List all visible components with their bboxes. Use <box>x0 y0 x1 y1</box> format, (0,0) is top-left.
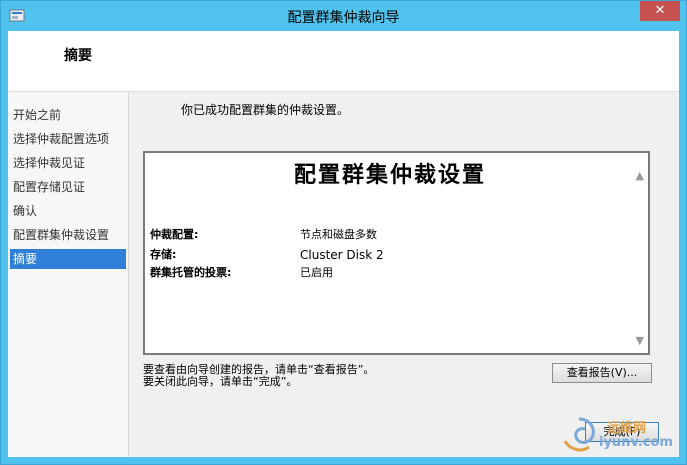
window-title: 配置群集仲裁向导 <box>287 10 400 26</box>
wizard-window: 配置群集仲裁向导 ✕ 摘要 开始之前 选择仲裁配置选项 选择仲裁见证 配置存储见… <box>0 0 687 465</box>
report-row-value: 已启用 <box>300 266 333 279</box>
summary-content: 你已成功配置群集的仲裁设置。 配置群集仲裁设置 ▲ 仲裁配置: 节点和磁盘多数 … <box>129 92 679 457</box>
watermark-swirl-icon <box>563 417 595 452</box>
report-heading: 配置群集仲裁设置 <box>293 162 486 188</box>
title-bar[interactable]: 配置群集仲裁向导 ✕ <box>1 1 686 31</box>
watermark-text: 运维网 <box>607 421 647 436</box>
scroll-down-icon[interactable]: ▼ <box>636 334 644 347</box>
watermark-url: iyunv.com <box>599 435 673 450</box>
watermark-logo: 运维网 iyunv.com <box>559 415 673 455</box>
report-row-value: Cluster Disk 2 <box>300 248 384 262</box>
nav-item-summary[interactable]: 摘要 <box>10 249 126 269</box>
report-row-key: 存储: <box>150 248 177 261</box>
instructions-text: 要查看由向导创建的报告，请单击“查看报告”。 要关闭此向导，请单击“完成”。 <box>143 364 374 388</box>
report-row-value: 节点和磁盘多数 <box>300 228 377 241</box>
nav-item-confirmation[interactable]: 确认 <box>10 201 126 221</box>
page-title: 摘要 <box>64 48 92 64</box>
close-button[interactable]: ✕ <box>640 1 680 21</box>
nav-item-select-quorum-witness[interactable]: 选择仲裁见证 <box>10 153 126 173</box>
view-report-button[interactable]: 查看报告(V)... <box>552 363 652 383</box>
finish-instruction: 要关闭此向导，请单击“完成”。 <box>143 375 298 388</box>
wizard-header: 摘要 <box>8 31 679 92</box>
report-panel[interactable]: 配置群集仲裁设置 ▲ 仲裁配置: 节点和磁盘多数 存储: Cluster Dis… <box>143 151 650 355</box>
nav-item-configure-quorum-settings[interactable]: 配置群集仲裁设置 <box>10 225 126 245</box>
success-message: 你已成功配置群集的仲裁设置。 <box>181 103 350 117</box>
nav-item-select-quorum-option[interactable]: 选择仲裁配置选项 <box>10 129 126 149</box>
nav-item-configure-storage-witness[interactable]: 配置存储见证 <box>10 177 126 197</box>
close-icon: ✕ <box>654 3 666 18</box>
wizard-steps-nav: 开始之前 选择仲裁配置选项 选择仲裁见证 配置存储见证 确认 配置群集仲裁设置 … <box>8 92 129 457</box>
scroll-up-icon[interactable]: ▲ <box>636 169 644 182</box>
wizard-client-area: 摘要 开始之前 选择仲裁配置选项 选择仲裁见证 配置存储见证 确认 配置群集仲裁… <box>8 31 679 457</box>
report-row-key: 仲裁配置: <box>150 228 199 241</box>
nav-item-before-you-begin[interactable]: 开始之前 <box>10 105 126 125</box>
report-row-key: 群集托管的投票: <box>150 266 232 279</box>
